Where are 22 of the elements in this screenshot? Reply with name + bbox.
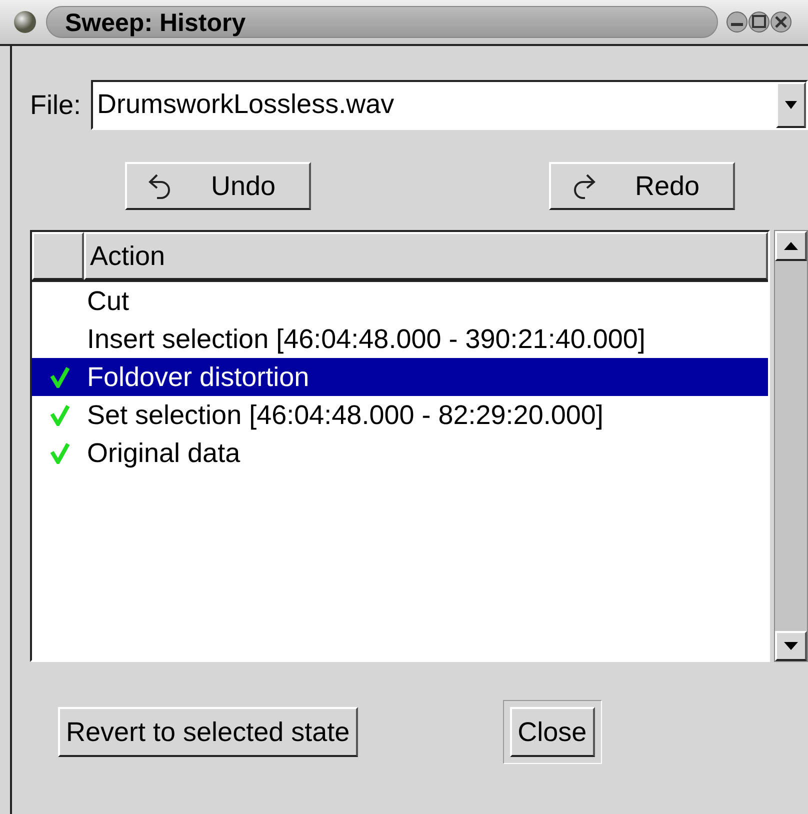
undo-button[interactable]: Undo bbox=[125, 162, 311, 210]
check-icon bbox=[50, 366, 70, 388]
column-header[interactable]: Action bbox=[84, 232, 768, 280]
history-row[interactable]: Foldover distortion bbox=[32, 358, 768, 396]
scroll-up-icon[interactable] bbox=[784, 242, 798, 250]
window-menu-icon[interactable] bbox=[12, 9, 38, 35]
dropdown-arrow-icon bbox=[785, 101, 797, 109]
revert-button[interactable]: Revert to selected state bbox=[58, 707, 358, 757]
column-header[interactable] bbox=[32, 232, 84, 280]
check-icon bbox=[50, 404, 70, 426]
history-row[interactable]: Set selection [46:04:48.000 - 82:29:20.000] bbox=[32, 396, 768, 434]
history-row[interactable]: Original data bbox=[32, 434, 768, 472]
scroll-down-icon[interactable] bbox=[784, 642, 798, 650]
redo-button[interactable]: Redo bbox=[549, 162, 735, 210]
file-combo-box[interactable]: DrumsworkLossless.wav bbox=[91, 80, 808, 130]
scrollbar[interactable] bbox=[774, 230, 808, 662]
window-title: Sweep: History bbox=[65, 9, 246, 37]
history-row[interactable]: Insert selection [46:04:48.000 - 390:21:40.000] bbox=[32, 320, 768, 358]
file-label: File: bbox=[30, 88, 82, 122]
history-row[interactable]: Cut bbox=[32, 282, 768, 320]
check-icon bbox=[50, 442, 70, 464]
close-button[interactable]: Close bbox=[510, 707, 595, 757]
